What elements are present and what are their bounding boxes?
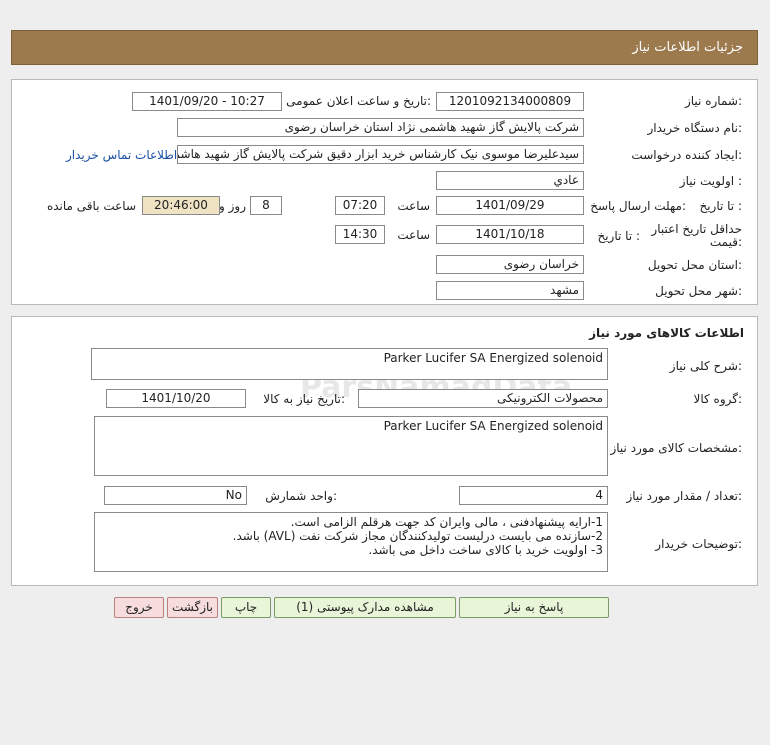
notes-field: 1-ارایه پیشنهادفنی ، مالی وایران کد جهت …: [94, 512, 608, 572]
qty-label: تعداد / مقدار مورد نیاز:: [626, 489, 742, 503]
days-remaining-field: 8: [250, 196, 282, 215]
validity-date-field: 1401/10/18: [436, 225, 584, 244]
priority-label: اولویت نیاز :: [679, 174, 742, 188]
remaining-label: ساعت باقی مانده: [46, 199, 136, 213]
validity-time-label: ساعت: [397, 228, 430, 242]
summary-text: Parker Lucifer SA Energized solenoid: [383, 351, 603, 365]
spec-field: Parker Lucifer SA Energized solenoid: [94, 416, 608, 476]
need-info-panel: [11, 79, 758, 305]
spec-label: مشخصات کالای مورد نیاز:: [610, 441, 742, 455]
reply-button[interactable]: پاسخ به نیاز: [459, 597, 609, 618]
summary-field: Parker Lucifer SA Energized solenoid: [91, 348, 608, 380]
summary-label: شرح کلی نیاز:: [669, 359, 742, 373]
validity-until-label: تا تاریخ :: [597, 229, 640, 243]
deadline-date-field: 1401/09/29: [436, 196, 584, 215]
unit-field: No: [104, 486, 247, 505]
deadline-until-label: تا تاریخ :: [699, 199, 742, 213]
need-number-label: شماره نیاز:: [684, 94, 742, 108]
group-field: محصولات الکترونیکی: [358, 389, 608, 408]
exit-button[interactable]: خروج: [114, 597, 164, 618]
group-label: گروه کالا:: [693, 392, 743, 406]
city-label: شهر محل تحویل:: [655, 284, 742, 298]
notes-line-1: 1-ارایه پیشنهادفنی ، مالی وایران کد جهت …: [290, 515, 603, 529]
province-field: خراسان رضوی: [436, 255, 584, 274]
print-button[interactable]: چاپ: [221, 597, 271, 618]
buyer-label: نام دستگاه خریدار:: [647, 121, 743, 135]
unit-label: واحد شمارش:: [265, 489, 337, 503]
days-label: روز و: [219, 199, 246, 213]
validity-time-field: 14:30: [335, 225, 385, 244]
city-field: مشهد: [436, 281, 584, 300]
notes-label: توضیحات خریدار:: [655, 537, 742, 551]
spec-text: Parker Lucifer SA Energized solenoid: [383, 419, 603, 433]
need-date-label: تاریخ نیاز به کالا:: [263, 392, 345, 406]
deadline-label: مهلت ارسال پاسخ:: [590, 199, 686, 213]
province-label: استان محل تحویل:: [647, 258, 742, 272]
remaining-time-field: 20:46:00: [142, 196, 220, 215]
attachments-button[interactable]: مشاهده مدارک پیوستی (1): [274, 597, 456, 618]
notes-line-2: 2-سازنده می بایست درلیست تولیدکنندگان مج…: [232, 529, 603, 543]
page-header: جزئیات اطلاعات نیاز: [11, 30, 758, 65]
announce-datetime-field: 1401/09/20 - 10:27: [132, 92, 282, 111]
validity-label: حداقل تاریخ اعتبار قیمت:: [651, 222, 742, 249]
notes-line-3: 3- اولویت خرید با کالای ساخت داخل می باش…: [368, 543, 603, 557]
qty-field: 4: [459, 486, 608, 505]
buyer-contact-link[interactable]: اطلاعات تماس خریدار: [66, 148, 177, 162]
deadline-time-field: 07:20: [335, 196, 385, 215]
creator-field: سیدعلیرضا موسوی نیک کارشناس خرید ابزار د…: [177, 145, 584, 164]
creator-label: ایجاد کننده درخواست:: [631, 148, 742, 162]
priority-field: عادي: [436, 171, 584, 190]
announce-label: تاریخ و ساعت اعلان عمومی:: [286, 94, 431, 108]
page-title: جزئیات اطلاعات نیاز: [632, 40, 743, 55]
need-date-field: 1401/10/20: [106, 389, 246, 408]
goods-section-title: اطلاعات کالاهای مورد نیاز: [589, 326, 744, 340]
buyer-field: شرکت پالایش گاز شهید هاشمی نژاد استان خر…: [177, 118, 584, 137]
back-button[interactable]: بازگشت: [167, 597, 218, 618]
deadline-time-label: ساعت: [397, 199, 430, 213]
need-number-field: 1201092134000809: [436, 92, 584, 111]
